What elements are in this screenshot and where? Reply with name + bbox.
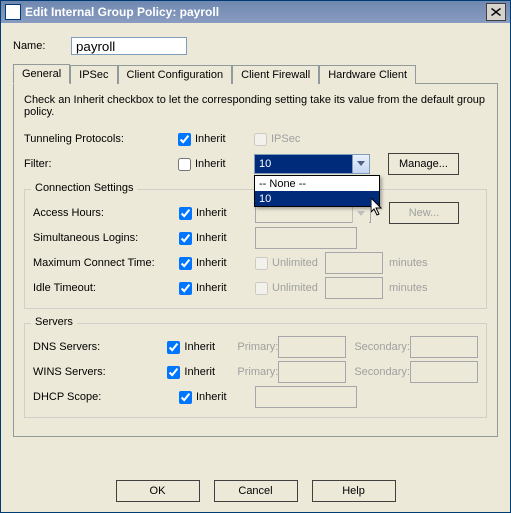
inherit-label: Inherit xyxy=(184,366,215,378)
tab-client-firewall[interactable]: Client Firewall xyxy=(232,65,319,84)
ipsec-checkbox xyxy=(254,133,267,146)
wins-primary-input xyxy=(278,361,346,383)
filter-option-10[interactable]: 10 xyxy=(255,191,379,206)
tab-panel-general: Check an Inherit checkbox to let the cor… xyxy=(13,83,498,437)
inherit-label: Inherit xyxy=(196,257,227,269)
app-icon xyxy=(5,4,21,20)
close-button[interactable] xyxy=(486,3,506,21)
max-connect-unlimited-checkbox xyxy=(255,257,268,270)
filter-value: 10 xyxy=(259,158,271,170)
simul-logins-inherit-checkbox[interactable] xyxy=(179,232,192,245)
wins-inherit-checkbox[interactable] xyxy=(167,366,180,379)
tab-ipsec[interactable]: IPSec xyxy=(70,65,117,84)
inherit-label: Inherit xyxy=(196,282,227,294)
inherit-label: Inherit xyxy=(184,341,215,353)
tunneling-inherit-checkbox[interactable] xyxy=(178,133,191,146)
tab-strip: General IPSec Client Configuration Clien… xyxy=(13,63,498,83)
wins-label: WINS Servers: xyxy=(33,366,167,378)
unlimited-label: Unlimited xyxy=(272,282,318,294)
name-label: Name: xyxy=(13,40,71,52)
filter-option-none[interactable]: -- None -- xyxy=(255,176,379,191)
dhcp-label: DHCP Scope: xyxy=(33,391,179,403)
filter-combo-button[interactable] xyxy=(352,155,369,173)
dns-inherit-checkbox[interactable] xyxy=(167,341,180,354)
chevron-down-icon xyxy=(357,211,365,217)
simul-logins-label: Simultaneous Logins: xyxy=(33,232,179,244)
minutes-label: minutes xyxy=(389,257,428,269)
servers-title: Servers xyxy=(31,316,77,328)
minutes-label: minutes xyxy=(389,282,428,294)
name-input[interactable] xyxy=(71,37,187,55)
simul-logins-input xyxy=(255,227,357,249)
close-icon xyxy=(491,8,501,16)
servers-group: Servers DNS Servers: Inherit Primary: Se… xyxy=(24,323,487,418)
idle-timeout-label: Idle Timeout: xyxy=(33,282,179,294)
window-title: Edit Internal Group Policy: payroll xyxy=(25,5,219,19)
wins-secondary-input xyxy=(410,361,478,383)
tab-general[interactable]: General xyxy=(13,64,70,84)
connection-settings-group: Connection Settings Access Hours: Inheri… xyxy=(24,189,487,309)
max-connect-label: Maximum Connect Time: xyxy=(33,257,179,269)
inherit-label: Inherit xyxy=(196,232,227,244)
help-button[interactable]: Help xyxy=(312,480,396,502)
dns-secondary-input xyxy=(410,336,478,358)
inherit-label: Inherit xyxy=(195,133,226,145)
filter-inherit-checkbox[interactable] xyxy=(178,158,191,171)
new-button: New... xyxy=(389,202,459,224)
dns-primary-input xyxy=(278,336,346,358)
chevron-down-icon xyxy=(357,161,365,167)
dhcp-inherit-checkbox[interactable] xyxy=(179,391,192,404)
panel-description: Check an Inherit checkbox to let the cor… xyxy=(24,94,487,118)
filter-combo[interactable]: 10 -- None -- 10 xyxy=(254,154,370,174)
dns-secondary-label: Secondary: xyxy=(354,341,410,353)
dhcp-input xyxy=(255,386,357,408)
dns-label: DNS Servers: xyxy=(33,341,167,353)
filter-dropdown: -- None -- 10 xyxy=(254,175,380,207)
title-bar: Edit Internal Group Policy: payroll xyxy=(1,1,510,23)
tunneling-label: Tunneling Protocols: xyxy=(24,133,178,145)
inherit-label: Inherit xyxy=(196,391,227,403)
ok-button[interactable]: OK xyxy=(116,480,200,502)
ipsec-label: IPSec xyxy=(271,133,300,145)
wins-primary-label: Primary: xyxy=(237,366,278,378)
tab-hardware-client[interactable]: Hardware Client xyxy=(319,65,416,84)
inherit-label: Inherit xyxy=(195,158,226,170)
idle-timeout-inherit-checkbox[interactable] xyxy=(179,282,192,295)
access-hours-label: Access Hours: xyxy=(33,207,179,219)
access-hours-inherit-checkbox[interactable] xyxy=(179,207,192,220)
cancel-button[interactable]: Cancel xyxy=(214,480,298,502)
max-connect-input xyxy=(325,252,383,274)
idle-unlimited-checkbox xyxy=(255,282,268,295)
connection-settings-title: Connection Settings xyxy=(31,182,137,194)
inherit-label: Inherit xyxy=(196,207,227,219)
idle-timeout-input xyxy=(325,277,383,299)
max-connect-inherit-checkbox[interactable] xyxy=(179,257,192,270)
tab-client-config[interactable]: Client Configuration xyxy=(118,65,233,84)
dns-primary-label: Primary: xyxy=(237,341,278,353)
wins-secondary-label: Secondary: xyxy=(354,366,410,378)
manage-button[interactable]: Manage... xyxy=(388,153,459,175)
filter-label: Filter: xyxy=(24,158,178,170)
access-hours-combo-button xyxy=(352,205,369,223)
unlimited-label: Unlimited xyxy=(272,257,318,269)
